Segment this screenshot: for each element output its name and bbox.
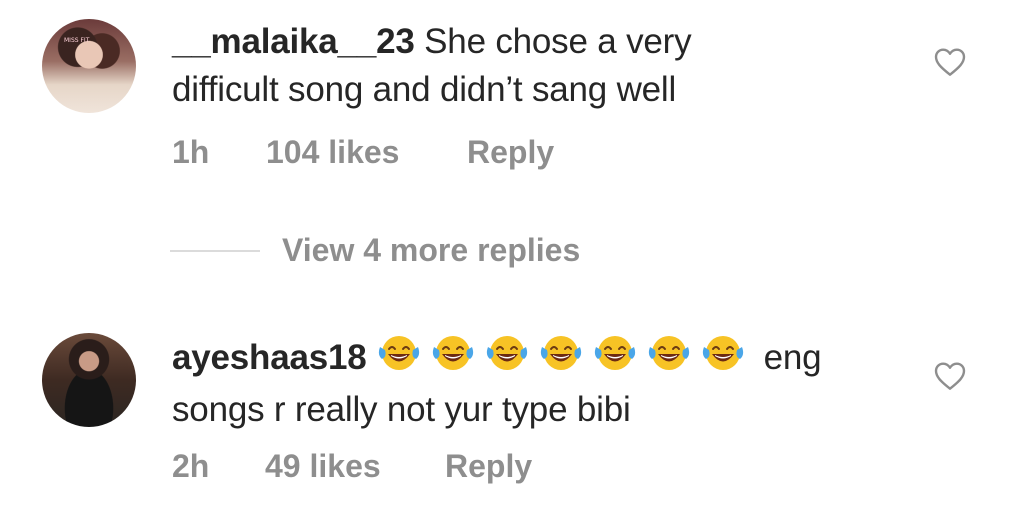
face-with-tears-of-joy-emoji <box>430 333 476 373</box>
comment-username[interactable]: ayeshaas18 <box>172 338 367 377</box>
face-with-tears-of-joy-emoji <box>592 333 638 373</box>
heart-outline-icon[interactable] <box>934 361 966 391</box>
comment-text: __malaika__23 She chose a very difficult… <box>172 18 932 114</box>
comment-likes[interactable]: 104 likes <box>266 134 467 171</box>
face-with-tears-of-joy-emoji <box>700 333 746 373</box>
face-with-tears-of-joy-emoji <box>538 333 584 373</box>
view-more-replies-label: View 4 more replies <box>282 232 581 268</box>
face-with-tears-of-joy-emoji <box>376 333 422 373</box>
emoji-row <box>376 333 754 386</box>
avatar[interactable]: MISS FIT <box>42 19 136 113</box>
comment-username[interactable]: __malaika__23 <box>172 22 415 61</box>
heart-outline-icon[interactable] <box>934 47 966 77</box>
reply-button[interactable]: Reply <box>467 134 554 171</box>
face-with-tears-of-joy-emoji <box>484 333 530 373</box>
replies-divider <box>170 249 260 252</box>
comment-likes[interactable]: 49 likes <box>265 448 445 485</box>
comment-text: ayeshaas18 eng songs r really not yur ty… <box>172 333 932 434</box>
comment-body-tail: eng <box>763 338 822 377</box>
comment-body-line2: difficult song and didn’t sang well <box>172 70 677 109</box>
face-with-tears-of-joy-emoji <box>646 333 692 373</box>
comment-body-line1: She chose a very <box>424 22 692 61</box>
comment-meta: 1h 104 likes Reply <box>172 134 554 171</box>
reply-button[interactable]: Reply <box>445 448 532 485</box>
avatar-tag-text: MISS FIT <box>64 37 90 44</box>
view-more-replies[interactable]: View 4 more replies <box>170 232 580 269</box>
comment-meta: 2h 49 likes Reply <box>172 448 532 485</box>
comment-time: 2h <box>172 448 210 484</box>
avatar[interactable] <box>42 333 136 427</box>
comment-body-line2: songs r really not yur type bibi <box>172 390 631 429</box>
comment-time: 1h <box>172 134 210 170</box>
